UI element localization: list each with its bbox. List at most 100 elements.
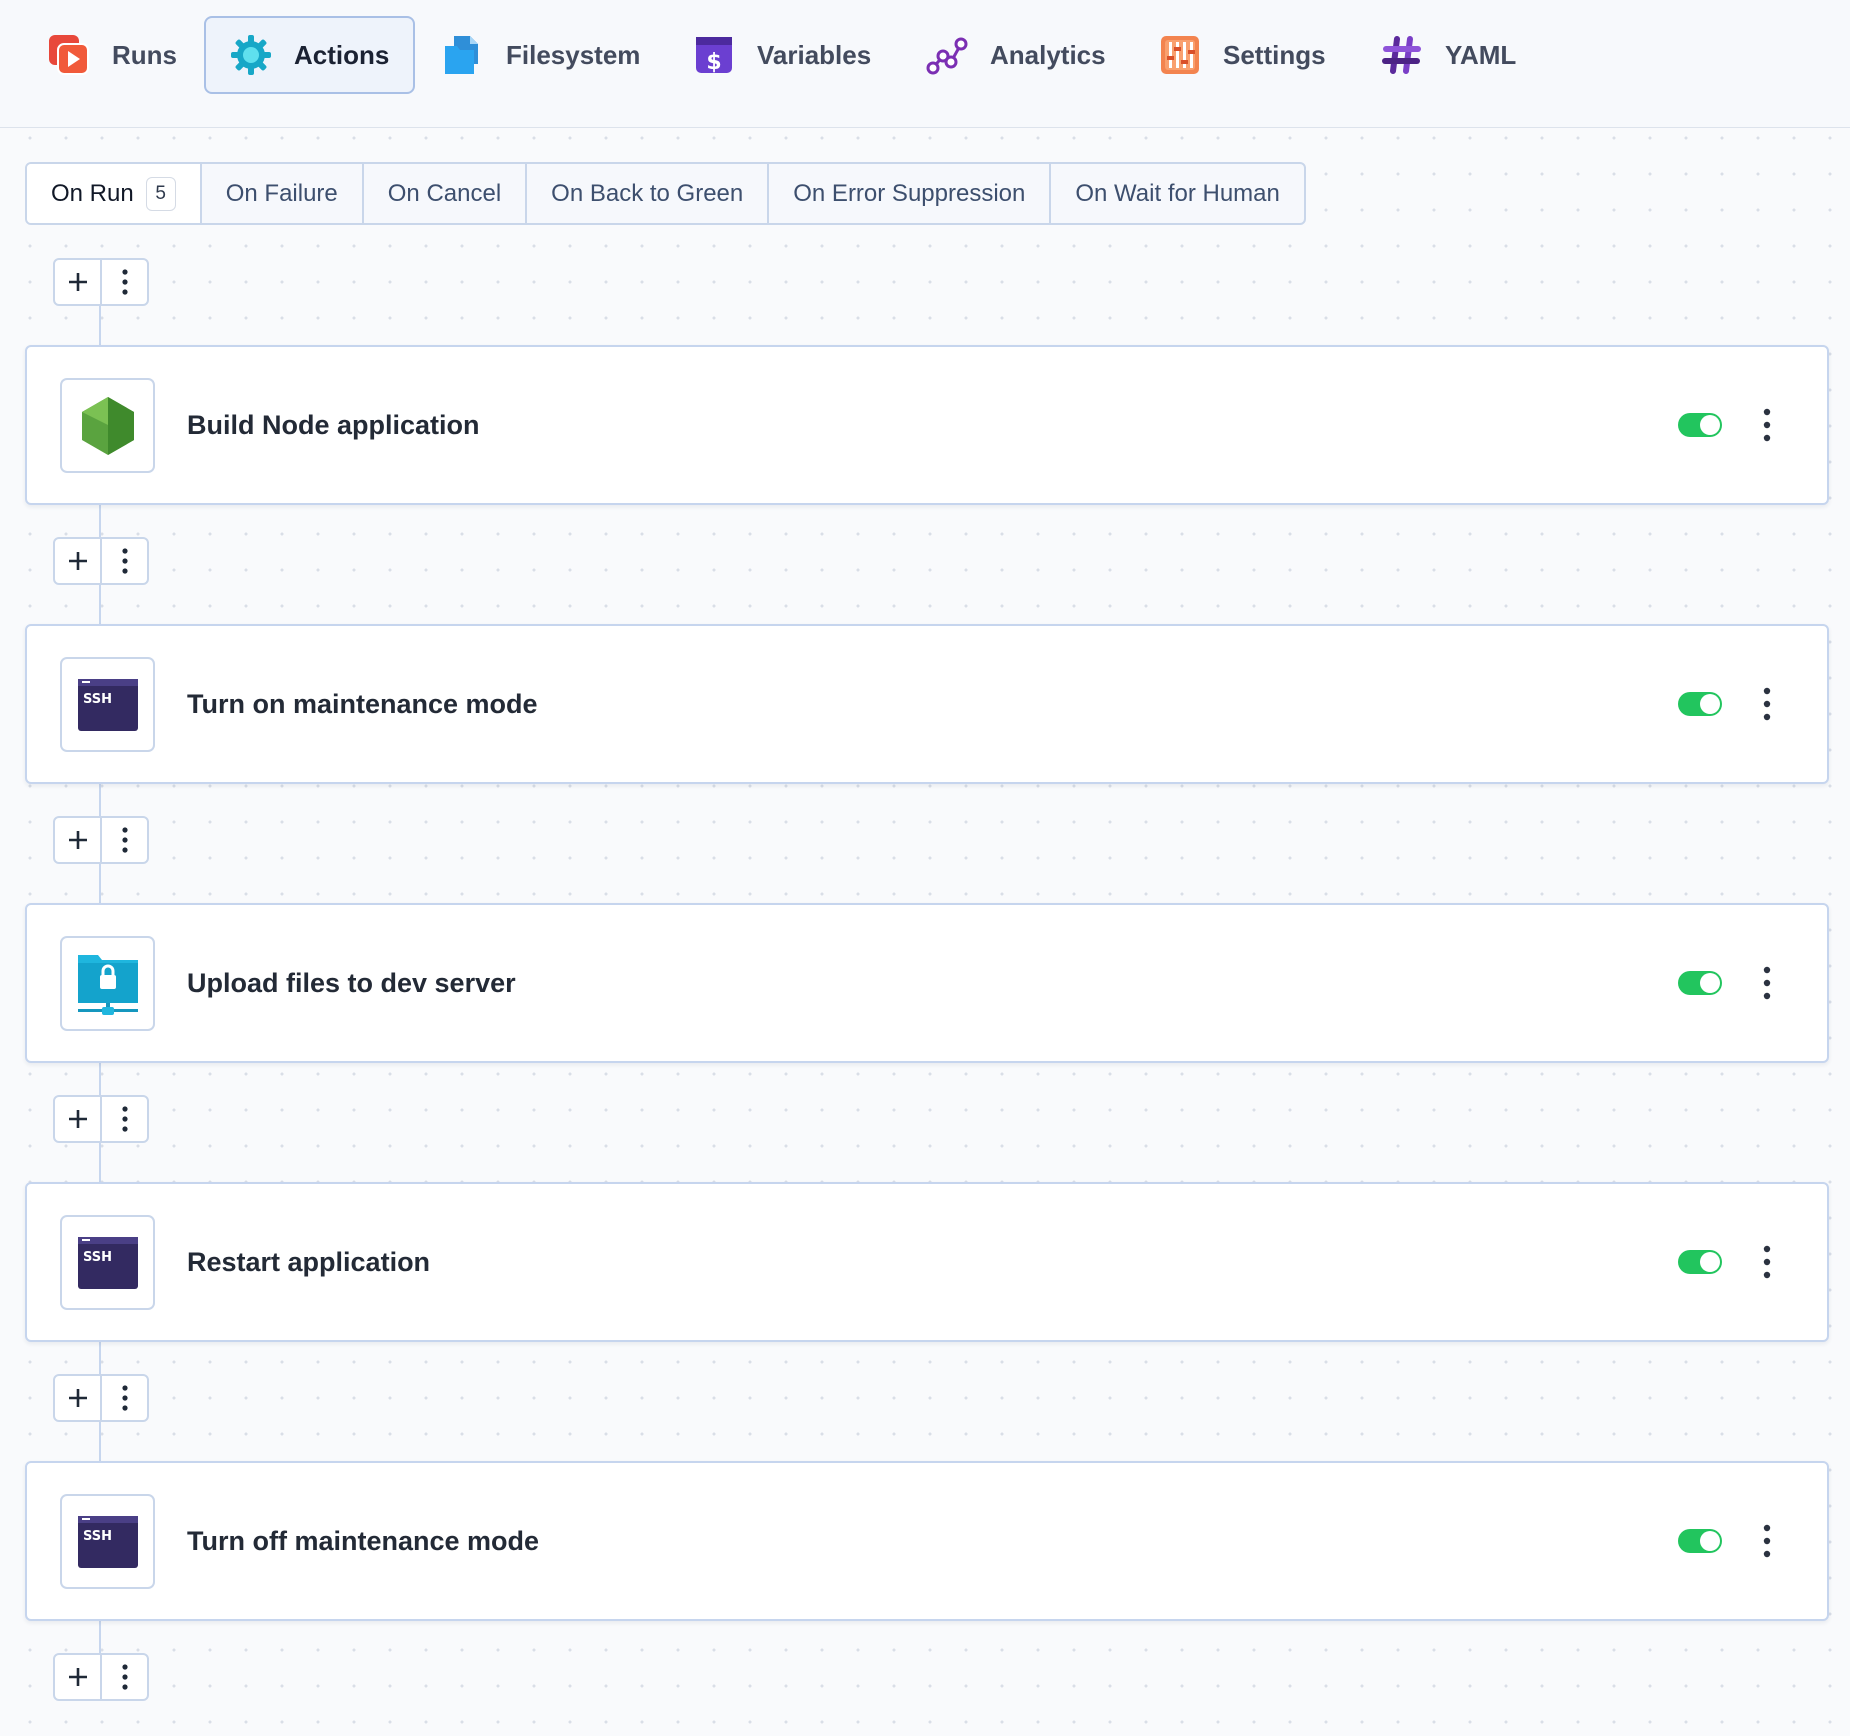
add-action-group — [53, 537, 149, 585]
connector-line — [99, 863, 101, 905]
more-vertical-icon — [121, 827, 128, 853]
runs-play-icon — [49, 35, 89, 75]
connector-line — [99, 1421, 101, 1463]
action-icon-box: SSH — [60, 1494, 155, 1589]
action-title: Restart application — [187, 1246, 431, 1277]
ssh-terminal-icon: SSH — [77, 1515, 138, 1568]
add-options-button[interactable] — [100, 260, 147, 304]
subtab-on-error-suppression[interactable]: On Error Suppression — [769, 164, 1052, 223]
svg-text:$: $ — [706, 50, 721, 75]
trigger-tabs: On Run 5 On Failure On Cancel On Back to… — [25, 162, 1306, 225]
plus-icon — [68, 831, 87, 849]
action-enabled-toggle[interactable] — [1678, 413, 1722, 437]
sftp-folder-lock-icon — [77, 954, 138, 1015]
action-card[interactable]: SSH Restart application — [25, 1182, 1829, 1342]
connector-line — [99, 1062, 101, 1096]
tab-runs[interactable]: Runs — [22, 16, 203, 94]
more-vertical-icon — [121, 1385, 128, 1411]
subtab-on-run[interactable]: On Run 5 — [27, 164, 202, 223]
more-vertical-icon — [1763, 1524, 1771, 1558]
tab-filesystem[interactable]: Filesystem — [416, 16, 666, 94]
tab-actions[interactable]: Actions — [204, 16, 416, 94]
subtab-on-wait-for-human[interactable]: On Wait for Human — [1051, 164, 1304, 223]
plus-icon — [68, 552, 87, 570]
action-icon-box: SSH — [60, 657, 155, 752]
action-icon-box: SSH — [60, 1215, 155, 1310]
more-vertical-icon — [121, 269, 128, 295]
connector-line — [99, 584, 101, 626]
action-title: Build Node application — [187, 409, 480, 440]
more-vertical-icon — [121, 548, 128, 574]
ssh-label: SSH — [83, 1529, 112, 1544]
connector-line — [99, 504, 101, 538]
subtab-on-error-suppression-label: On Error Suppression — [793, 179, 1026, 207]
more-vertical-icon — [1763, 687, 1771, 721]
more-vertical-icon — [121, 1106, 128, 1132]
add-options-button[interactable] — [100, 1376, 147, 1420]
action-menu-button[interactable] — [1757, 1521, 1777, 1561]
add-options-button[interactable] — [100, 539, 147, 583]
tab-variables-label: Variables — [757, 39, 872, 70]
add-options-button[interactable] — [100, 1655, 147, 1699]
connector-line — [99, 783, 101, 817]
add-action-group — [53, 816, 149, 864]
yaml-hash-icon — [1382, 36, 1421, 74]
action-icon-box — [60, 936, 155, 1031]
settings-sliders-icon — [1161, 36, 1199, 74]
action-card[interactable]: Upload files to dev server — [25, 903, 1829, 1063]
subtab-on-failure[interactable]: On Failure — [202, 164, 364, 223]
action-menu-button[interactable] — [1757, 1242, 1777, 1282]
add-action-button[interactable] — [55, 539, 100, 583]
action-enabled-toggle[interactable] — [1678, 1529, 1722, 1553]
tab-settings-label: Settings — [1223, 39, 1326, 70]
tab-actions-label: Actions — [294, 39, 390, 70]
action-title: Turn off maintenance mode — [187, 1525, 540, 1556]
action-enabled-toggle[interactable] — [1678, 692, 1722, 716]
connector-line — [99, 1341, 101, 1375]
add-action-group — [53, 1374, 149, 1422]
action-menu-button[interactable] — [1757, 963, 1777, 1003]
action-title: Turn on maintenance mode — [187, 688, 538, 719]
tab-yaml[interactable]: YAML — [1355, 16, 1542, 94]
action-enabled-toggle[interactable] — [1678, 1250, 1722, 1274]
ssh-label: SSH — [83, 1250, 112, 1265]
more-vertical-icon — [1763, 408, 1771, 442]
plus-icon — [68, 273, 87, 291]
connector-line — [99, 1142, 101, 1184]
action-count-badge: 5 — [145, 176, 176, 211]
tab-runs-label: Runs — [112, 39, 177, 70]
tab-yaml-label: YAML — [1445, 39, 1517, 70]
action-enabled-toggle[interactable] — [1678, 971, 1722, 995]
tab-filesystem-label: Filesystem — [506, 39, 641, 70]
subtab-on-back-to-green[interactable]: On Back to Green — [527, 164, 770, 223]
connector-line — [99, 1620, 101, 1654]
analytics-graph-icon — [926, 37, 968, 75]
subtab-on-cancel[interactable]: On Cancel — [364, 164, 528, 223]
add-action-button[interactable] — [55, 1376, 100, 1420]
variables-dollar-icon: $ — [696, 37, 732, 75]
tab-settings[interactable]: Settings — [1133, 16, 1352, 94]
plus-icon — [68, 1110, 87, 1128]
add-options-button[interactable] — [100, 1097, 147, 1141]
more-vertical-icon — [1763, 1245, 1771, 1279]
action-card[interactable]: SSH Turn off maintenance mode — [25, 1461, 1829, 1621]
add-action-group — [53, 1095, 149, 1143]
action-card[interactable]: SSH Turn on maintenance mode — [25, 624, 1829, 784]
subtab-on-run-label: On Run — [51, 179, 134, 207]
action-menu-button[interactable] — [1757, 684, 1777, 724]
action-title: Upload files to dev server — [187, 967, 516, 998]
ssh-terminal-icon: SSH — [77, 1236, 138, 1289]
add-options-button[interactable] — [100, 818, 147, 862]
subtab-on-failure-label: On Failure — [225, 179, 338, 207]
add-action-button[interactable] — [55, 1097, 100, 1141]
tab-analytics[interactable]: Analytics — [900, 16, 1132, 94]
action-menu-button[interactable] — [1757, 405, 1777, 445]
top-navigation: Runs Actions Filesystem $ Variables Anal… — [0, 0, 1850, 128]
add-action-button[interactable] — [55, 818, 100, 862]
tab-variables[interactable]: $ Variables — [667, 16, 897, 94]
subtab-on-cancel-label: On Cancel — [387, 179, 502, 207]
add-action-button[interactable] — [55, 260, 100, 304]
action-card[interactable]: Build Node application — [25, 345, 1829, 505]
add-action-button[interactable] — [55, 1655, 100, 1699]
connector-line — [99, 306, 101, 348]
